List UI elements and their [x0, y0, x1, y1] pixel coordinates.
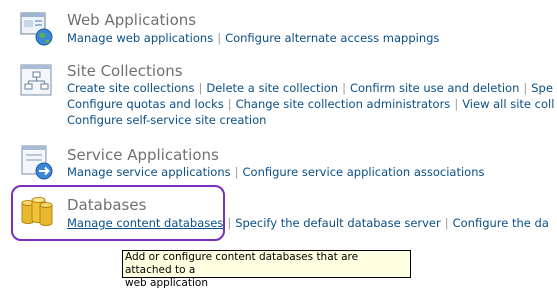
site-collections-icon — [18, 63, 58, 103]
configure-service-application-associations-link[interactable]: Configure service application associatio… — [243, 165, 485, 179]
service-applications-title: Service Applications — [67, 146, 219, 164]
configure-the-data-link-truncated[interactable]: Configure the da — [453, 216, 549, 230]
web-applications-title: Web Applications — [67, 11, 197, 29]
service-applications-links: Manage service applications | Configure se… — [67, 164, 557, 180]
configure-self-service-site-creation-link[interactable]: Configure self-service site creation — [67, 113, 266, 127]
site-collections-title: Site Collections — [67, 62, 183, 80]
separator: | — [342, 81, 346, 95]
highlight-outline — [11, 185, 225, 241]
web-applications-icon — [18, 10, 58, 50]
site-collections-links: Create site collections | Delete a site co… — [67, 80, 557, 128]
specify-default-database-server-link[interactable]: Specify the default database server — [235, 216, 441, 230]
create-site-collections-link[interactable]: Create site collections — [67, 81, 194, 95]
view-all-site-collections-link[interactable]: View all site coll — [462, 97, 554, 111]
separator: | — [227, 97, 232, 111]
tooltip-line-1: Add or configure content databases that … — [125, 251, 359, 276]
tooltip-line-2: web application — [125, 277, 208, 289]
separator: | — [444, 216, 449, 230]
spe-link-truncated[interactable]: Spe — [531, 81, 553, 95]
web-applications-links: Manage web applications | Configure altern… — [67, 30, 557, 46]
configure-quotas-and-locks-link[interactable]: Configure quotas and locks — [67, 97, 224, 111]
separator: | — [198, 81, 203, 95]
manage-service-applications-link[interactable]: Manage service applications — [67, 165, 231, 179]
change-site-collection-administrators-link[interactable]: Change site collection administrators — [236, 97, 451, 111]
confirm-site-use-link[interactable]: Confirm site use and deletion — [350, 81, 519, 95]
service-applications-icon — [18, 143, 58, 183]
delete-site-collection-link[interactable]: Delete a site collection — [206, 81, 338, 95]
separator: | — [227, 216, 232, 230]
tooltip: Add or configure content databases that … — [122, 250, 411, 289]
separator: | — [217, 31, 222, 45]
separator: | — [523, 81, 528, 95]
manage-web-applications-link[interactable]: Manage web applications — [67, 31, 213, 45]
separator: | — [234, 165, 239, 179]
configure-alternate-access-mappings-link[interactable]: Configure alternate access mappings — [225, 31, 439, 45]
separator: | — [454, 97, 459, 111]
